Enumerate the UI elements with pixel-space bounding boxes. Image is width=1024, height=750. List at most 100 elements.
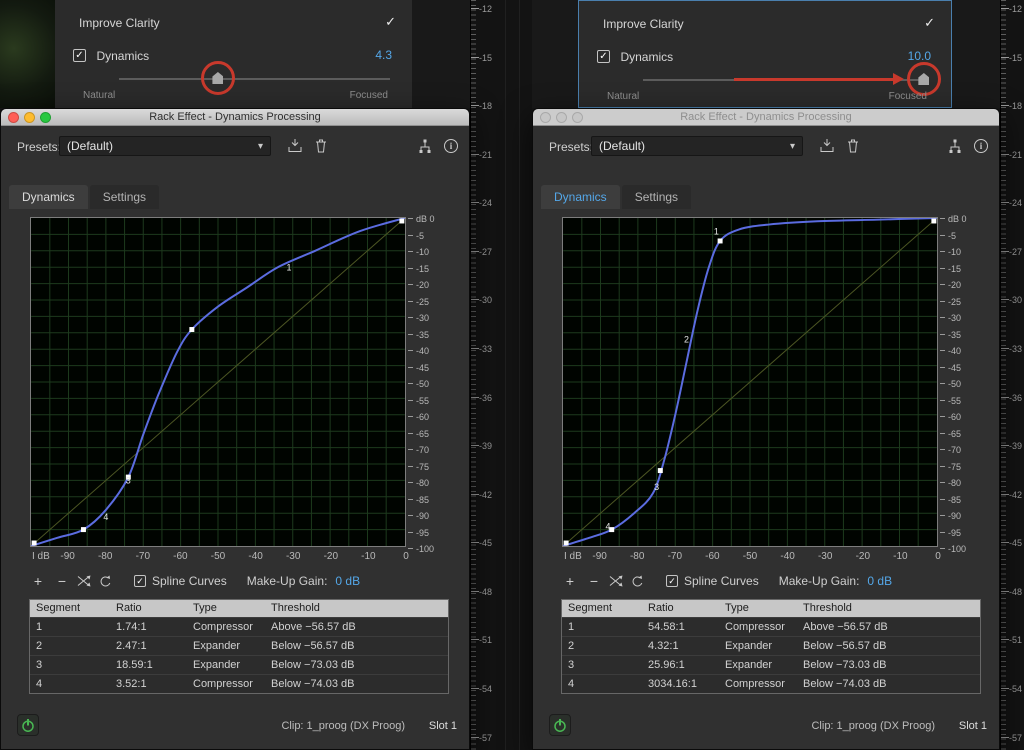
dynamics-value[interactable]: 10.0 — [908, 49, 931, 63]
y-axis-tick-label: dB 0 — [416, 214, 435, 224]
table-cell: Below −74.03 dB — [265, 675, 448, 694]
meter-scale-label: -27 — [479, 247, 492, 257]
y-axis-tick — [940, 317, 945, 318]
tab-settings[interactable]: Settings — [90, 185, 159, 209]
annotation-arrow — [734, 78, 894, 81]
invert-icon[interactable] — [609, 575, 623, 587]
tab-dynamics[interactable]: Dynamics — [9, 185, 88, 209]
table-row[interactable]: 24.32:1ExpanderBelow −56.57 dB — [562, 636, 980, 655]
info-icon[interactable]: i — [441, 137, 461, 155]
level-meter-strip[interactable]: -12-15-18-21-24-27-30-33-36-39-42-45-48-… — [470, 0, 532, 750]
close-button[interactable] — [540, 112, 551, 123]
curve-point-label: 3 — [126, 476, 131, 486]
save-preset-icon[interactable] — [817, 137, 837, 155]
y-axis-tick-label: -10 — [416, 247, 429, 257]
y-axis-tick — [940, 268, 945, 269]
table-row[interactable]: 43034.16:1CompressorBelow −74.03 dB — [562, 674, 980, 693]
makeup-gain-value[interactable]: 0 dB — [335, 574, 360, 588]
curve-point[interactable] — [658, 468, 663, 473]
zoom-button[interactable] — [40, 112, 51, 123]
spline-curves-checkbox[interactable]: ✓ — [666, 575, 678, 587]
curve-point[interactable] — [189, 327, 194, 332]
y-axis-tick — [940, 416, 945, 417]
y-axis-tick-label: -15 — [416, 264, 429, 274]
col-threshold: Threshold — [797, 600, 980, 617]
meter-scale-label: -24 — [479, 198, 492, 208]
y-axis-tick-label: -75 — [948, 462, 961, 472]
window-titlebar[interactable]: Rack Effect - Dynamics Processing — [1, 109, 469, 126]
tab-dynamics[interactable]: Dynamics — [541, 185, 620, 209]
slot-label: Slot 1 — [959, 720, 987, 732]
delete-preset-icon[interactable] — [843, 137, 863, 155]
dynamics-curve-plot[interactable]: 1234 — [562, 217, 938, 547]
table-row[interactable]: 325.96:1ExpanderBelow −73.03 dB — [562, 655, 980, 674]
remove-point-button[interactable]: − — [585, 573, 603, 589]
table-cell: 3.52:1 — [110, 675, 187, 694]
y-axis-tick — [408, 367, 413, 368]
save-preset-icon[interactable] — [285, 137, 305, 155]
improve-clarity-checkbox[interactable]: ✓ — [385, 14, 396, 30]
dynamics-curve-plot[interactable]: 134 — [30, 217, 406, 547]
invert-icon[interactable] — [77, 575, 91, 587]
info-icon[interactable]: i — [971, 137, 991, 155]
table-cell: Below −56.57 dB — [265, 637, 448, 656]
slot-label: Slot 1 — [429, 720, 457, 732]
y-axis-tick-label: -30 — [948, 313, 961, 323]
meter-tick — [471, 688, 479, 689]
preset-dropdown[interactable]: (Default) ▾ — [59, 136, 271, 156]
meter-tick — [471, 737, 479, 738]
improve-clarity-checkbox[interactable]: ✓ — [924, 15, 935, 31]
dynamics-checkbox[interactable]: ✓ — [597, 50, 610, 63]
y-axis-tick — [408, 548, 413, 549]
makeup-gain-value[interactable]: 0 dB — [867, 574, 892, 588]
add-point-button[interactable]: + — [29, 573, 47, 589]
meter-tick — [1001, 202, 1009, 203]
minimize-button[interactable] — [24, 112, 35, 123]
dynamics-slider[interactable] — [579, 69, 951, 93]
meter-tick — [1001, 154, 1009, 155]
close-button[interactable] — [8, 112, 19, 123]
table-row[interactable]: 43.52:1CompressorBelow −74.03 dB — [30, 674, 448, 693]
zoom-button[interactable] — [572, 112, 583, 123]
table-row[interactable]: 154.58:1CompressorAbove −56.57 dB — [562, 617, 980, 636]
dynamics-value[interactable]: 4.3 — [375, 48, 392, 62]
curve-point[interactable] — [32, 541, 37, 546]
power-toggle[interactable] — [17, 714, 39, 736]
tab-settings[interactable]: Settings — [622, 185, 691, 209]
delete-preset-icon[interactable] — [311, 137, 331, 155]
rack-icon[interactable] — [945, 137, 965, 155]
slider-track[interactable] — [119, 78, 390, 80]
curve-point[interactable] — [564, 541, 569, 546]
dynamics-slider[interactable] — [55, 68, 412, 92]
x-axis-tick-label: -60 — [173, 551, 187, 562]
meter-scale-label: -36 — [1009, 393, 1022, 403]
table-row[interactable]: 318.59:1ExpanderBelow −73.03 dB — [30, 655, 448, 674]
dynamics-checkbox[interactable]: ✓ — [73, 49, 86, 62]
spline-curves-checkbox[interactable]: ✓ — [134, 575, 146, 587]
meter-scale-label: -15 — [479, 53, 492, 63]
window-titlebar[interactable]: Rack Effect - Dynamics Processing — [533, 109, 999, 126]
meter-scale-label: -54 — [479, 684, 492, 694]
table-row[interactable]: 22.47:1ExpanderBelow −56.57 dB — [30, 636, 448, 655]
power-toggle[interactable] — [549, 714, 571, 736]
table-cell: Below −73.03 dB — [797, 656, 980, 675]
preset-dropdown[interactable]: (Default) ▾ — [591, 136, 803, 156]
spline-curves-label: Spline Curves — [684, 574, 759, 588]
curve-point[interactable] — [718, 238, 723, 243]
table-row[interactable]: 11.74:1CompressorAbove −56.57 dB — [30, 617, 448, 636]
rack-icon[interactable] — [415, 137, 435, 155]
meter-tick — [471, 542, 479, 543]
segment-table: Segment Ratio Type Threshold 154.58:1Com… — [561, 599, 981, 694]
y-axis-tick-label: -100 — [416, 544, 434, 554]
curve-point[interactable] — [399, 218, 404, 223]
reset-icon[interactable] — [631, 575, 644, 588]
reset-icon[interactable] — [99, 575, 112, 588]
essential-sound-panel: Improve Clarity ✓ ✓ Dynamics 10.0 Natura… — [578, 0, 952, 108]
curve-point[interactable] — [81, 527, 86, 532]
x-axis-tick-label: I dB — [32, 551, 50, 562]
level-meter-strip[interactable]: -12-15-18-21-24-27-30-33-36-39-42-45-48-… — [1000, 0, 1024, 750]
remove-point-button[interactable]: − — [53, 573, 71, 589]
add-point-button[interactable]: + — [561, 573, 579, 589]
curve-point[interactable] — [931, 218, 936, 223]
minimize-button[interactable] — [556, 112, 567, 123]
